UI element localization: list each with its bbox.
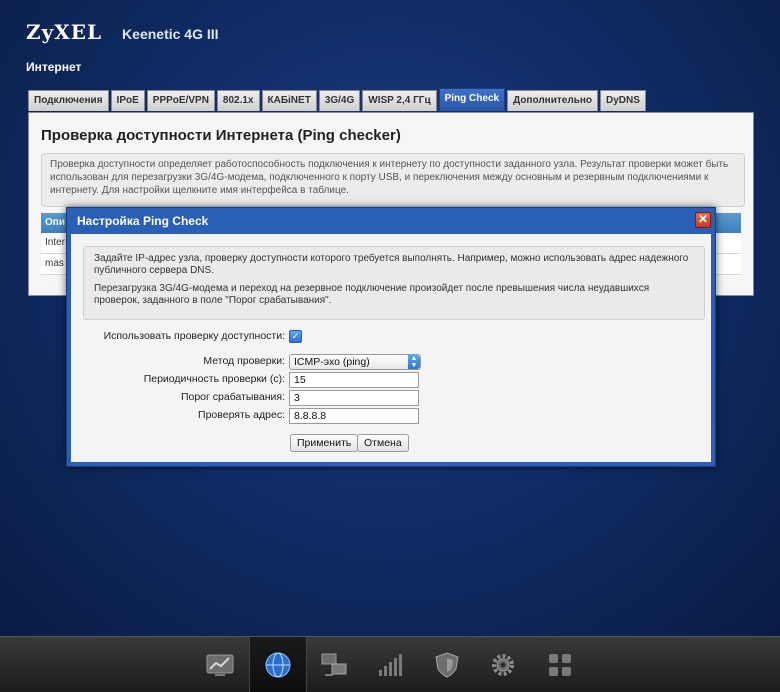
tab-bar: Подключения IPoE PPPoE/VPN 802.1x КАБiNE… [28,88,648,112]
monitor-icon [206,654,234,676]
ping-check-dialog: Настройка Ping Check ✕ Задайте IP-адрес … [66,207,716,467]
chevron-updown-icon: ▲ ▼ [408,355,420,369]
bottom-dock [0,636,780,692]
tab-ipoe[interactable]: IPoE [110,90,145,111]
tab-wisp[interactable]: WISP 2,4 ГГц [362,90,437,111]
router-admin-frame: ZyXEL Keenetic 4G III Интернет Подключен… [0,0,780,636]
section-title: Интернет [26,60,82,74]
model-name: Keenetic 4G III [122,25,219,42]
method-select[interactable]: ICMP-эхо (ping) ▲ ▼ [289,354,421,370]
globe-icon [265,652,291,677]
panel-description: Проверка доступности определяет работосп… [41,153,745,207]
dialog-title: Настройка Ping Check [77,214,209,228]
note-paragraph: Задайте IP-адрес узла, проверку доступно… [94,253,689,276]
tab-dydns[interactable]: DyDNS [599,90,646,111]
brand: ZyXEL Keenetic 4G III [26,20,219,44]
enable-label: Использовать проверку доступности: [103,330,285,342]
threshold-field[interactable]: 3 [289,390,419,406]
dock-monitor[interactable] [192,637,248,692]
dock-security[interactable] [419,637,475,692]
tab-advanced[interactable]: Дополнительно [507,90,598,111]
address-field[interactable]: 8.8.8.8 [289,408,419,424]
threshold-label: Порог срабатывания: [180,391,285,403]
dock-system[interactable] [475,637,531,692]
close-icon[interactable]: ✕ [695,212,711,228]
tab-ping-check[interactable]: Ping Check [438,88,506,111]
signal-icon [379,653,402,676]
enable-checkbox[interactable]: ✓ [289,330,302,343]
panel-title: Проверка доступности Интернета (Ping che… [41,127,401,144]
cancel-button[interactable]: Отмена [357,434,409,452]
dock-internet[interactable] [249,637,307,692]
apps-icon [549,653,571,676]
network-icon [321,653,347,676]
dialog-note: Задайте IP-адрес узла, проверку доступно… [83,246,705,320]
tab-connections[interactable]: Подключения [28,90,109,111]
note-paragraph: Перезагрузка 3G/4G-модема и переход на р… [94,283,650,306]
interval-field[interactable]: 15 [289,372,419,388]
shield-icon [435,651,459,678]
tab-pppoe-vpn[interactable]: PPPoE/VPN [146,90,215,111]
dialog-body: Задайте IP-адрес узла, проверку доступно… [71,234,711,462]
tab-kabinet[interactable]: КАБiNET [261,90,317,111]
method-label: Метод проверки: [203,355,285,367]
method-value: ICMP-эхо (ping) [294,356,370,368]
tab-8021x[interactable]: 802.1x [216,90,260,111]
apply-button[interactable]: Применить [290,434,359,452]
zyxel-logo: ZyXEL [26,20,103,44]
dock-network[interactable] [306,637,362,692]
gear-icon [492,653,514,676]
dock-apps[interactable] [532,637,588,692]
dock-wifi[interactable] [362,637,418,692]
interval-label: Периодичность проверки (с): [143,373,285,385]
tab-3g-4g[interactable]: 3G/4G [318,90,361,111]
address-label: Проверять адрес: [198,409,285,421]
